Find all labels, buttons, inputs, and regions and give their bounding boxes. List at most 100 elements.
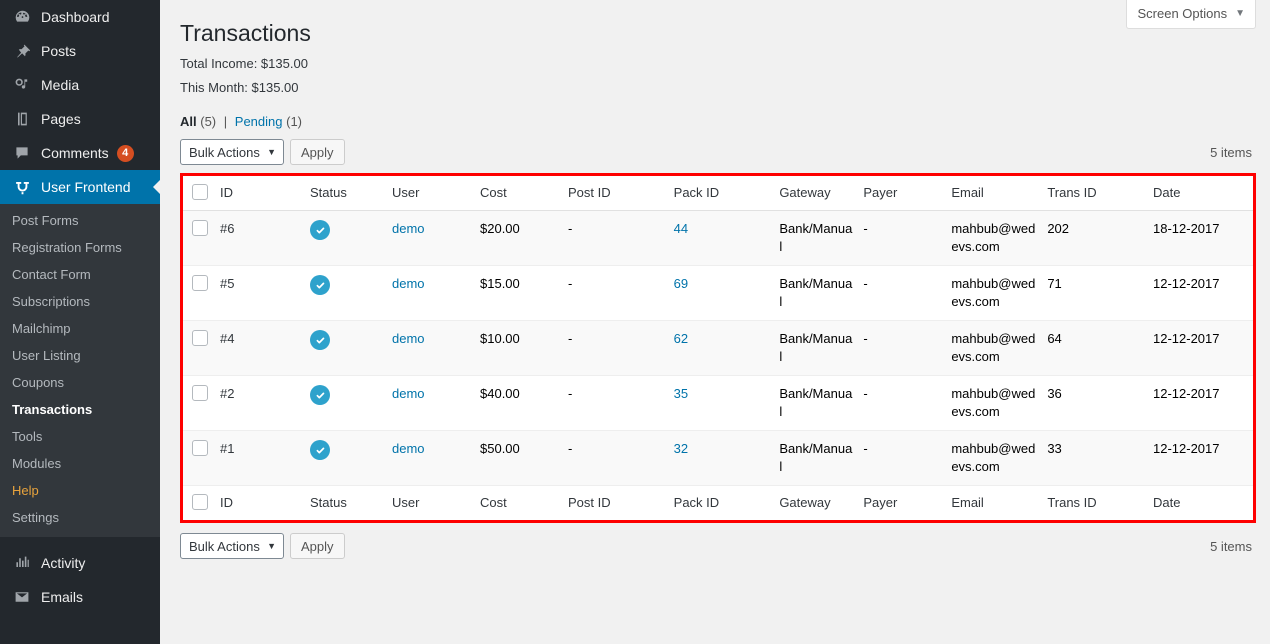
cell-user-link[interactable]: demo <box>392 331 425 346</box>
checkbox-icon[interactable] <box>192 440 208 456</box>
table-row: #6 demo $20.00-44 Bank/Manual - mahbub@wedevs… <box>183 210 1253 266</box>
cell-user[interactable]: demo <box>392 321 480 376</box>
cell-status <box>310 211 392 266</box>
sidebar-item-user-frontend[interactable]: User Frontend <box>0 170 160 204</box>
sidebar-subitem-tools[interactable]: Tools <box>0 423 160 450</box>
items-count-bottom: 5 items <box>1210 538 1252 554</box>
bulk-actions-label-bottom: Bulk Actions <box>189 538 260 554</box>
screen-options-button[interactable]: Screen Options ▼ <box>1126 0 1256 29</box>
wp-admin-screen: Dashboard Posts Media Pages Comments 4 User Fr… <box>0 0 1270 644</box>
cell-status <box>310 376 392 431</box>
cell-date: 12-12-2017 <box>1153 331 1220 346</box>
checkbox-icon[interactable] <box>192 330 208 346</box>
cell-payer: - <box>863 331 868 346</box>
sidebar-item-posts[interactable]: Posts <box>0 34 160 68</box>
transactions-table-highlight: ID Status User Cost Post ID Pack ID Gateway Pay… <box>180 173 1256 523</box>
cell-user[interactable]: demo <box>392 266 480 321</box>
pin-icon <box>12 41 32 61</box>
cell-pack_id-link[interactable]: 62 <box>674 331 688 346</box>
admin-sidebar: Dashboard Posts Media Pages Comments 4 User Fr… <box>0 0 160 644</box>
select-all-checkbox-bottom[interactable] <box>183 485 220 520</box>
user-frontend-submenu: Post Forms Registration Forms Contact Form… <box>0 204 160 537</box>
cell-pack_id-link[interactable]: 35 <box>674 386 688 401</box>
sidebar-subitem-modules[interactable]: Modules <box>0 450 160 477</box>
sidebar-subitem-contact-form[interactable]: Contact Form <box>0 261 160 288</box>
cell-pack_id-link[interactable]: 69 <box>674 276 688 291</box>
row-select-checkbox[interactable] <box>183 266 220 321</box>
apply-button-bottom[interactable]: Apply <box>290 533 345 559</box>
column-header-trans_id-top: Trans ID <box>1047 176 1153 211</box>
sidebar-item-pages[interactable]: Pages <box>0 102 160 136</box>
column-header-cost-top: Cost <box>480 176 568 211</box>
sidebar-subitem-help[interactable]: Help <box>0 477 160 504</box>
sidebar-item-label: Media <box>41 77 80 93</box>
cell-email: mahbub@wedevs.com <box>951 221 1036 254</box>
sidebar-item-label: Pages <box>41 111 81 127</box>
sidebar-subitem-post-forms[interactable]: Post Forms <box>0 207 160 234</box>
screen-options-label: Screen Options <box>1137 6 1228 21</box>
cell-post_id: - <box>568 221 573 236</box>
sidebar-item-comments[interactable]: Comments 4 <box>0 136 160 170</box>
sidebar-subitem-coupons[interactable]: Coupons <box>0 369 160 396</box>
cell-pack_id[interactable]: 69 <box>674 266 780 321</box>
view-pending-link[interactable]: Pending <box>235 114 283 129</box>
column-header-status-bottom[interactable]: Status <box>310 485 392 520</box>
checkbox-icon[interactable] <box>192 385 208 401</box>
column-header-status-top[interactable]: Status <box>310 176 392 211</box>
cell-user[interactable]: demo <box>392 211 480 266</box>
sidebar-item-label: Dashboard <box>41 9 110 25</box>
cell-pack_id[interactable]: 44 <box>674 211 780 266</box>
column-header-gateway-bottom: Gateway <box>779 485 864 520</box>
select-all-checkbox-top[interactable] <box>183 176 220 211</box>
apply-button-top[interactable]: Apply <box>290 139 345 165</box>
row-select-checkbox[interactable] <box>183 376 220 431</box>
cell-user-link[interactable]: demo <box>392 386 425 401</box>
cell-cost: $10.00 <box>480 331 520 346</box>
cell-gateway: Bank/Manual <box>779 386 853 419</box>
column-header-post_id-top: Post ID <box>568 176 674 211</box>
column-header-user-bottom: User <box>392 485 480 520</box>
checkbox-icon[interactable] <box>192 184 208 200</box>
checkbox-icon[interactable] <box>192 220 208 236</box>
column-header-id-bottom[interactable]: ID <box>220 485 310 520</box>
cell-user-link[interactable]: demo <box>392 276 425 291</box>
sidebar-item-activity[interactable]: Activity <box>0 546 160 580</box>
column-header-date-bottom[interactable]: Date <box>1153 485 1253 520</box>
row-select-checkbox[interactable] <box>183 211 220 266</box>
sidebar-item-dashboard[interactable]: Dashboard <box>0 0 160 34</box>
bulk-actions-select-bottom[interactable]: Bulk Actions ▼ <box>180 533 284 559</box>
cell-pack_id[interactable]: 62 <box>674 321 780 376</box>
table-foot: ID Status User Cost Post ID Pack ID Gateway Pay… <box>183 485 1253 520</box>
cell-pack_id-link[interactable]: 32 <box>674 441 688 456</box>
cell-pack_id-link[interactable]: 44 <box>674 221 688 236</box>
sidebar-item-media[interactable]: Media <box>0 68 160 102</box>
cell-pack_id[interactable]: 35 <box>674 376 780 431</box>
row-select-checkbox[interactable] <box>183 431 220 486</box>
view-all-link[interactable]: All <box>180 114 197 129</box>
row-select-checkbox[interactable] <box>183 321 220 376</box>
cell-user-link[interactable]: demo <box>392 441 425 456</box>
cell-email: mahbub@wedevs.com <box>951 331 1036 364</box>
sidebar-item-emails[interactable]: Emails <box>0 580 160 614</box>
cell-user[interactable]: demo <box>392 431 480 486</box>
sidebar-subitem-transactions[interactable]: Transactions <box>0 396 160 423</box>
column-header-id-top[interactable]: ID <box>220 176 310 211</box>
sidebar-subitem-mailchimp[interactable]: Mailchimp <box>0 315 160 342</box>
cell-user[interactable]: demo <box>392 376 480 431</box>
sidebar-subitem-settings[interactable]: Settings <box>0 504 160 531</box>
cell-pack_id[interactable]: 32 <box>674 431 780 486</box>
sidebar-subitem-registration-forms[interactable]: Registration Forms <box>0 234 160 261</box>
sidebar-item-label: User Frontend <box>41 179 131 195</box>
sidebar-subitem-user-listing[interactable]: User Listing <box>0 342 160 369</box>
view-pending-count: (1) <box>286 114 303 129</box>
column-header-date-top[interactable]: Date <box>1153 176 1253 211</box>
cell-user-link[interactable]: demo <box>392 221 425 236</box>
column-header-payer-top: Payer <box>863 176 952 211</box>
cell-post_id: - <box>568 331 573 346</box>
sidebar-subitem-subscriptions[interactable]: Subscriptions <box>0 288 160 315</box>
checkbox-icon[interactable] <box>192 494 208 510</box>
cell-cost: $15.00 <box>480 276 520 291</box>
checkbox-icon[interactable] <box>192 275 208 291</box>
column-header-cost-bottom: Cost <box>480 485 568 520</box>
bulk-actions-select-top[interactable]: Bulk Actions ▼ <box>180 139 284 165</box>
